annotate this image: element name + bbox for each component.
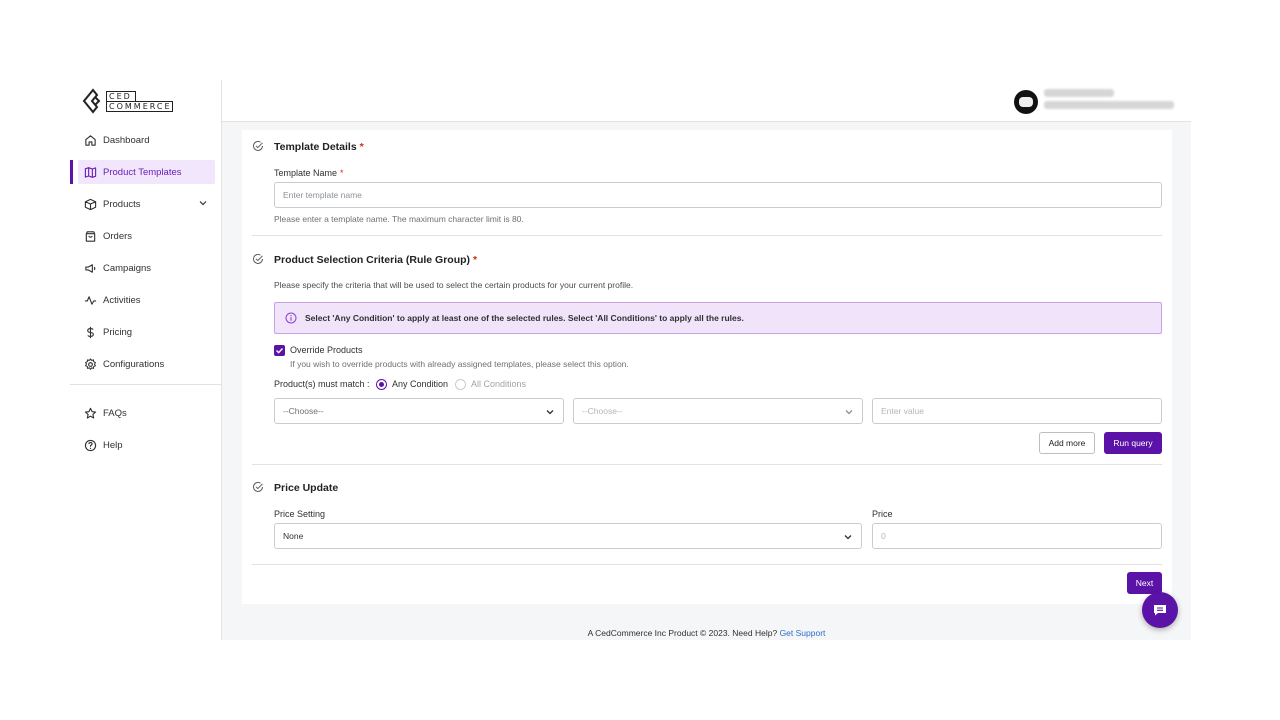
check-circle-icon xyxy=(253,482,263,492)
sidebar-item-label: Dashboard xyxy=(103,134,150,146)
info-banner: Select 'Any Condition' to apply at least… xyxy=(274,302,1162,334)
price-label: Price xyxy=(872,509,893,519)
template-details-title: Template Details * xyxy=(274,141,364,153)
rule-field-select[interactable]: --Choose-- xyxy=(274,398,564,424)
sidebar-item-configurations[interactable]: Configurations xyxy=(70,352,222,376)
chat-support-button[interactable] xyxy=(1142,592,1178,628)
required-mark: * xyxy=(359,141,364,153)
sidebar-item-label: Help xyxy=(103,439,123,451)
megaphone-icon xyxy=(85,263,96,273)
sidebar: CED COMMERCE Dashboard Product Templates… xyxy=(70,80,222,640)
section-divider xyxy=(252,564,1162,565)
template-name-label: Template Name * xyxy=(274,168,344,178)
sidebar-item-label: FAQs xyxy=(103,407,127,419)
sidebar-item-label: Configurations xyxy=(103,358,165,370)
sidebar-item-label: Activities xyxy=(103,294,141,306)
sidebar-item-label: Product Templates xyxy=(103,166,182,178)
sidebar-item-product-templates[interactable]: Product Templates xyxy=(70,160,215,184)
sidebar-item-products[interactable]: Products xyxy=(70,192,222,216)
run-query-button[interactable]: Run query xyxy=(1104,432,1162,454)
sidebar-nav: Dashboard Product Templates Products Ord… xyxy=(70,128,222,465)
select-value: --Choose-- xyxy=(582,406,623,416)
sidebar-item-pricing[interactable]: Pricing xyxy=(70,320,222,344)
price-setting-select[interactable]: None xyxy=(274,523,862,549)
checkmark-icon xyxy=(276,348,284,354)
all-conditions-radio[interactable] xyxy=(455,379,466,390)
check-circle-icon xyxy=(253,254,263,264)
rule-operator-select[interactable]: --Choose-- xyxy=(573,398,863,424)
price-update-title: Price Update xyxy=(274,482,339,494)
sidebar-item-label: Orders xyxy=(103,230,133,242)
chevron-down-icon xyxy=(845,410,853,415)
template-form-card: Template Details * Template Name * Enter t… xyxy=(242,130,1172,604)
section-divider xyxy=(252,464,1162,465)
info-banner-text: Select 'Any Condition' to apply at least… xyxy=(305,313,744,323)
override-products-checkbox[interactable] xyxy=(274,345,285,356)
product-selection-title: Product Selection Criteria (Rule Group) * xyxy=(274,254,477,266)
logo-wordmark: CED COMMERCE xyxy=(106,90,173,112)
chevron-down-icon[interactable] xyxy=(198,198,208,208)
sidebar-item-label: Products xyxy=(103,198,141,210)
required-mark: * xyxy=(340,168,344,178)
override-products-label[interactable]: Override Products xyxy=(290,345,363,355)
required-mark: * xyxy=(473,254,478,266)
gear-icon xyxy=(85,357,96,370)
avatar[interactable] xyxy=(1014,90,1038,114)
redacted-user-email xyxy=(1044,101,1174,109)
section-divider xyxy=(252,235,1162,236)
info-icon xyxy=(285,312,297,324)
map-icon xyxy=(84,166,97,178)
top-bar xyxy=(222,80,1191,122)
any-condition-label[interactable]: Any Condition xyxy=(392,379,448,389)
chevron-down-icon xyxy=(546,410,554,415)
sidebar-divider xyxy=(70,384,222,385)
dollar-icon xyxy=(87,326,94,338)
logo-line-2: COMMERCE xyxy=(106,100,173,112)
home-icon xyxy=(85,134,96,146)
sidebar-item-campaigns[interactable]: Campaigns xyxy=(70,256,222,280)
sidebar-item-label: Pricing xyxy=(103,326,133,338)
next-button[interactable]: Next xyxy=(1127,572,1162,594)
sidebar-item-orders[interactable]: Orders xyxy=(70,224,222,248)
bag-icon xyxy=(85,230,96,242)
cedcommerce-logo[interactable]: CED COMMERCE xyxy=(82,88,173,114)
all-conditions-label[interactable]: All Conditions xyxy=(471,379,526,389)
price-setting-label: Price Setting xyxy=(274,509,326,519)
footer-text: A CedCommerce Inc Product © 2023. Need H… xyxy=(587,628,778,638)
logo-mark-icon xyxy=(82,88,101,114)
template-name-help: Please enter a template name. The maximu… xyxy=(274,214,524,224)
box-icon xyxy=(84,198,97,210)
activity-icon xyxy=(84,295,97,305)
select-value: --Choose-- xyxy=(283,406,324,416)
sidebar-item-label: Campaigns xyxy=(103,262,152,274)
get-support-link[interactable]: Get Support xyxy=(780,628,826,638)
chat-icon xyxy=(1154,605,1166,616)
match-label: Product(s) must match : xyxy=(274,379,370,389)
sidebar-item-faqs[interactable]: FAQs xyxy=(70,401,222,425)
sidebar-item-dashboard[interactable]: Dashboard xyxy=(70,128,222,152)
select-value: None xyxy=(283,531,304,541)
any-condition-radio[interactable] xyxy=(376,379,387,390)
star-icon xyxy=(84,407,97,419)
footer: A CedCommerce Inc Product © 2023. Need H… xyxy=(70,628,1191,638)
app-shell: CED COMMERCE Dashboard Product Templates… xyxy=(70,80,1191,640)
chevron-down-icon xyxy=(844,535,852,540)
sidebar-item-activities[interactable]: Activities xyxy=(70,288,222,312)
product-selection-description: Please specify the criteria that will be… xyxy=(274,280,634,290)
section-title-text: Product Selection Criteria (Rule Group) xyxy=(274,254,471,266)
redacted-user-name xyxy=(1044,89,1114,97)
rule-value-input[interactable]: Enter value xyxy=(872,398,1162,424)
label-text: Template Name xyxy=(274,168,338,178)
sidebar-item-help[interactable]: Help xyxy=(70,433,222,457)
add-more-button[interactable]: Add more xyxy=(1039,432,1095,454)
help-circle-icon xyxy=(84,439,97,451)
section-title-text: Template Details xyxy=(274,141,357,153)
override-products-help: If you wish to override products with al… xyxy=(290,359,629,369)
template-name-input[interactable]: Enter template name xyxy=(274,182,1162,208)
logo-line-1: CED xyxy=(106,90,136,101)
price-input[interactable]: 0 xyxy=(872,523,1162,549)
check-circle-icon xyxy=(253,141,263,151)
